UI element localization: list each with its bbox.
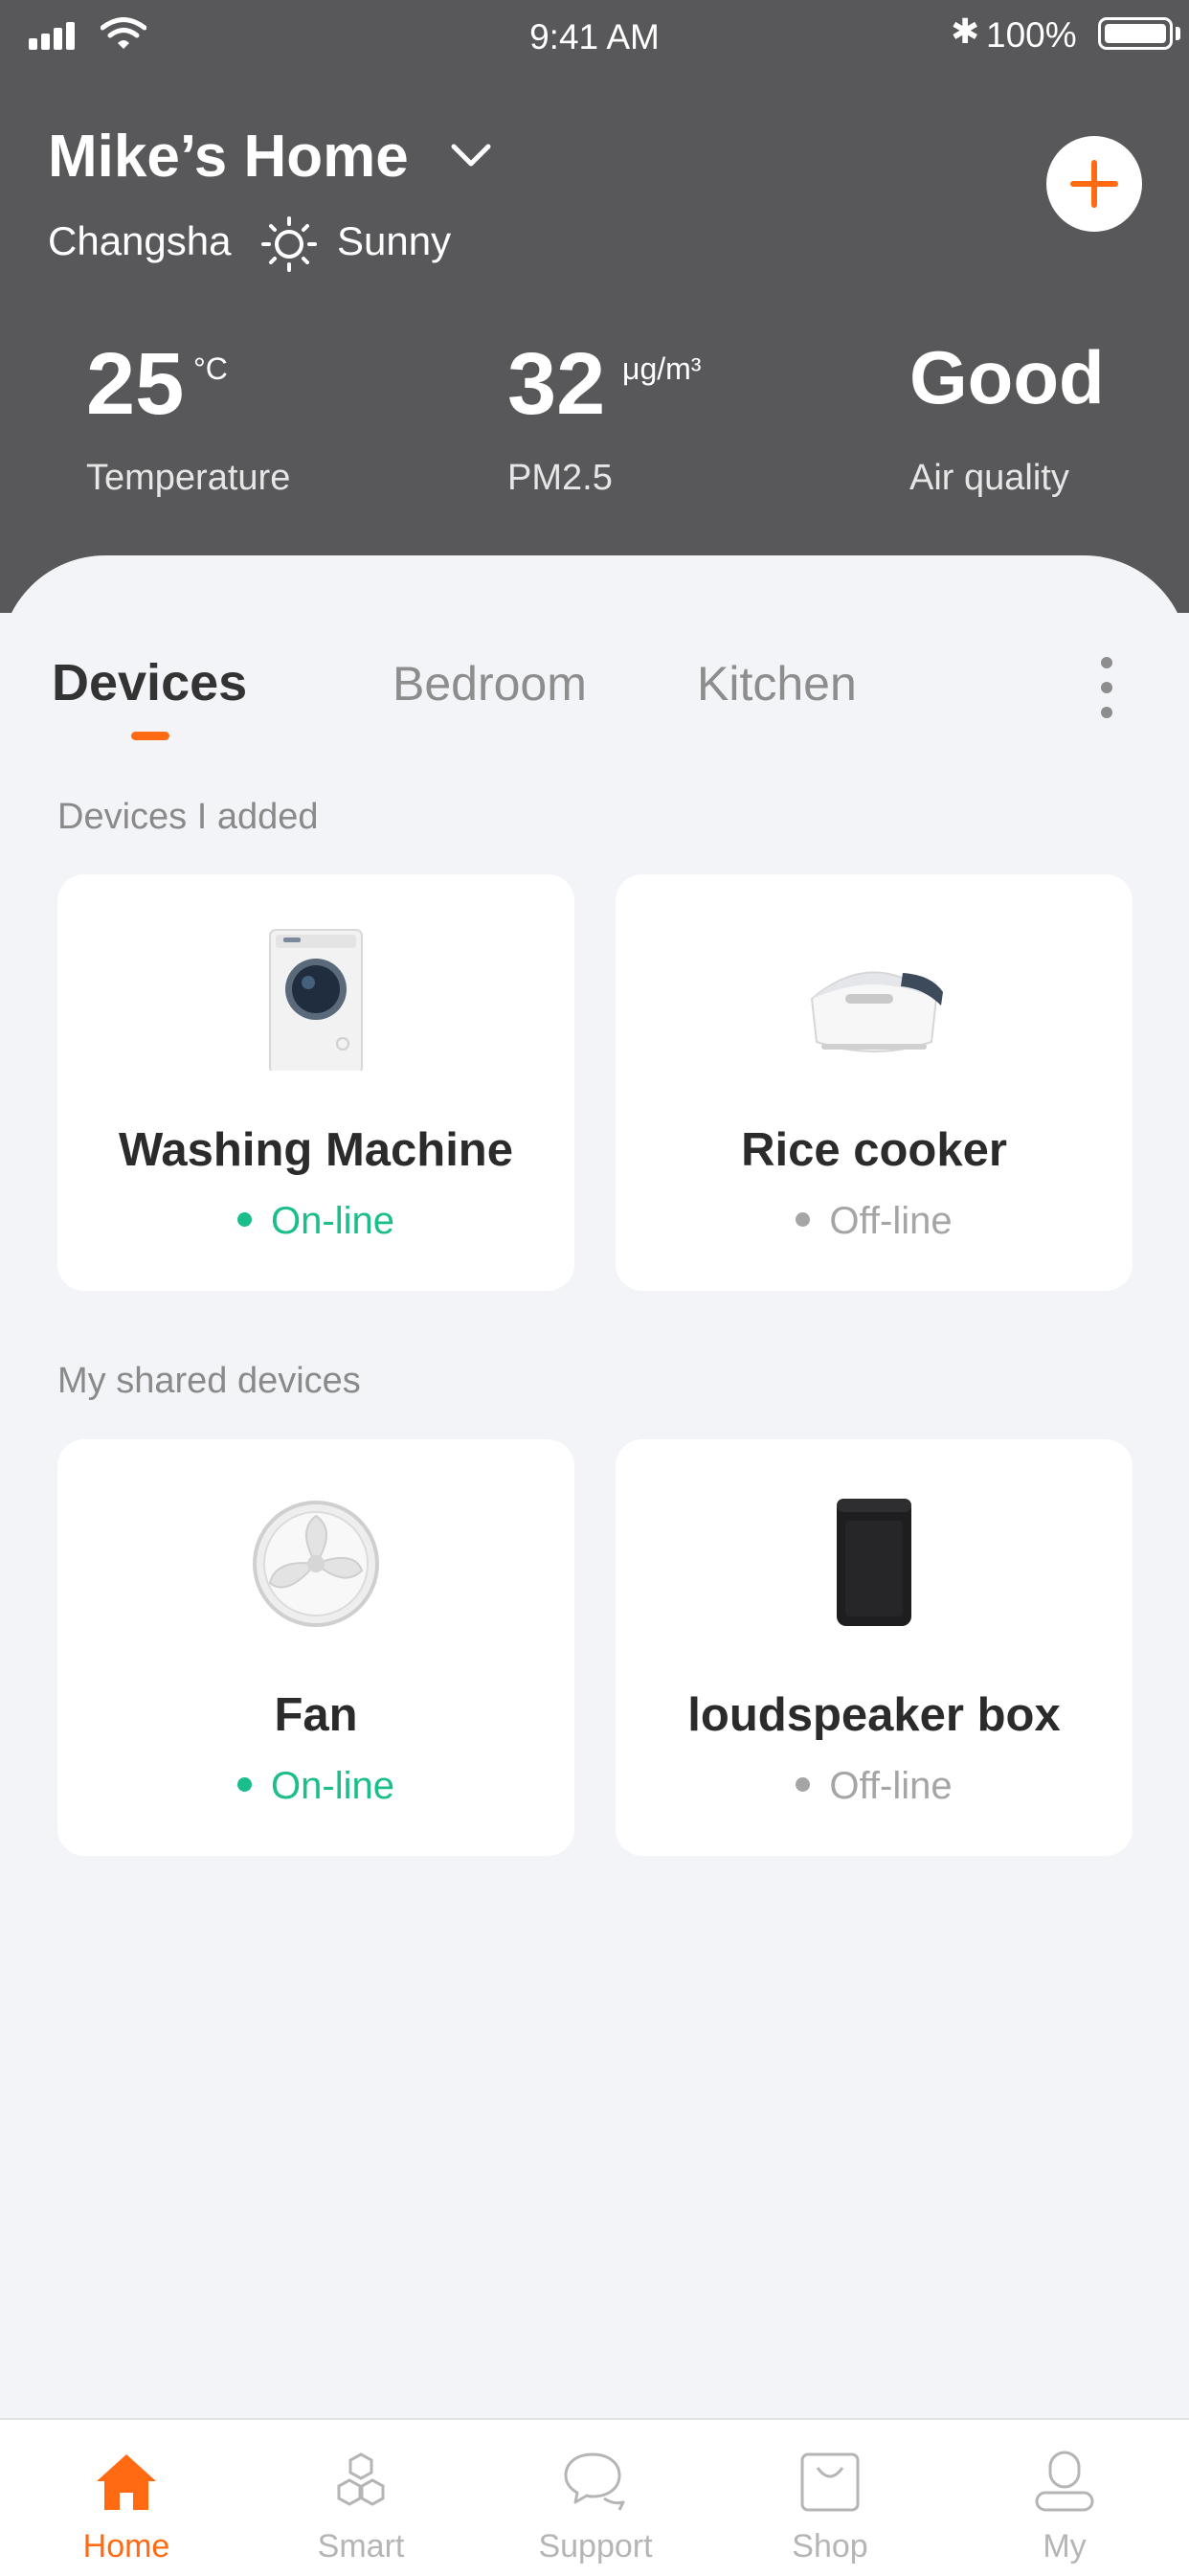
home-header: 9:41 AM ✱ 100% Mike’s Home Changsha Sunn…	[0, 0, 1189, 613]
shopping-bag-icon	[800, 2452, 860, 2512]
tabbar-label: Smart	[317, 2528, 405, 2565]
tabbar-label: My	[1043, 2528, 1087, 2565]
tab-bedroom[interactable]: Bedroom	[393, 656, 587, 712]
temperature-value: 25 °C	[86, 335, 228, 433]
bottom-tab-bar: Home Smart Support Shop My	[0, 2418, 1189, 2576]
section-title-added: Devices I added	[57, 797, 319, 837]
tab-kitchen[interactable]: Kitchen	[697, 656, 857, 712]
device-status: Off-line	[616, 1200, 1133, 1243]
air-quality-label: Air quality	[909, 458, 1069, 498]
device-name: Washing Machine	[118, 1124, 513, 1176]
device-name: Rice cooker	[741, 1124, 1007, 1176]
tabbar-smart[interactable]: Smart	[242, 2420, 480, 2576]
home-icon	[97, 2454, 156, 2510]
tab-active-indicator	[131, 732, 169, 740]
tabbar-label: Home	[82, 2528, 170, 2565]
rice-cooker-icon	[810, 971, 943, 1052]
fan-icon	[253, 1501, 379, 1627]
sun-icon	[261, 216, 317, 272]
battery-percent: 100%	[986, 15, 1077, 55]
status-dot	[796, 1776, 811, 1792]
tabbar-label: Shop	[792, 2528, 868, 2565]
tabbar-support[interactable]: Support	[477, 2420, 714, 2576]
device-card-washing-machine[interactable]: Washing Machine On-line	[57, 874, 574, 1291]
pm25-value: 32 μg/m³	[507, 335, 702, 433]
temperature-label: Temperature	[86, 458, 291, 498]
more-options-icon[interactable]	[1096, 657, 1117, 718]
device-name: Fan	[274, 1689, 358, 1741]
device-card-fan[interactable]: Fan On-line	[57, 1439, 574, 1856]
status-dot	[237, 1211, 253, 1227]
washing-machine-icon	[269, 929, 363, 1071]
person-icon	[1035, 2451, 1094, 2512]
hexagons-icon	[337, 2452, 385, 2506]
bluetooth-icon: ✱	[951, 11, 980, 51]
tabbar-label: Support	[538, 2528, 653, 2565]
device-card-rice-cooker[interactable]: Rice cooker Off-line	[616, 874, 1133, 1291]
status-bar: 9:41 AM ✱ 100%	[0, 0, 1189, 77]
city-label: Changsha	[48, 218, 232, 263]
pm25-label: PM2.5	[507, 458, 613, 498]
device-status: On-line	[57, 1200, 574, 1243]
status-dot	[796, 1211, 811, 1227]
battery-icon	[1098, 17, 1173, 50]
tab-devices[interactable]: Devices	[52, 653, 247, 712]
device-name: loudspeaker box	[687, 1689, 1061, 1741]
tabbar-home[interactable]: Home	[8, 2420, 245, 2576]
chevron-down-icon[interactable]	[450, 142, 492, 169]
speaker-icon	[837, 1499, 911, 1626]
status-dot	[237, 1776, 253, 1792]
add-device-button[interactable]	[1046, 136, 1142, 232]
weather-label: Sunny	[337, 218, 452, 263]
air-quality-value: Good	[909, 335, 1105, 419]
tabbar-shop[interactable]: Shop	[711, 2420, 949, 2576]
device-card-loudspeaker-box[interactable]: loudspeaker box Off-line	[616, 1439, 1133, 1856]
device-status: On-line	[57, 1765, 574, 1808]
device-status: Off-line	[616, 1765, 1133, 1808]
home-selector[interactable]: Mike’s Home	[48, 123, 409, 191]
tabbar-my[interactable]: My	[946, 2420, 1183, 2576]
battery-tip	[1176, 27, 1180, 40]
section-title-shared: My shared devices	[57, 1361, 361, 1401]
chat-bubbles-icon	[564, 2452, 625, 2511]
